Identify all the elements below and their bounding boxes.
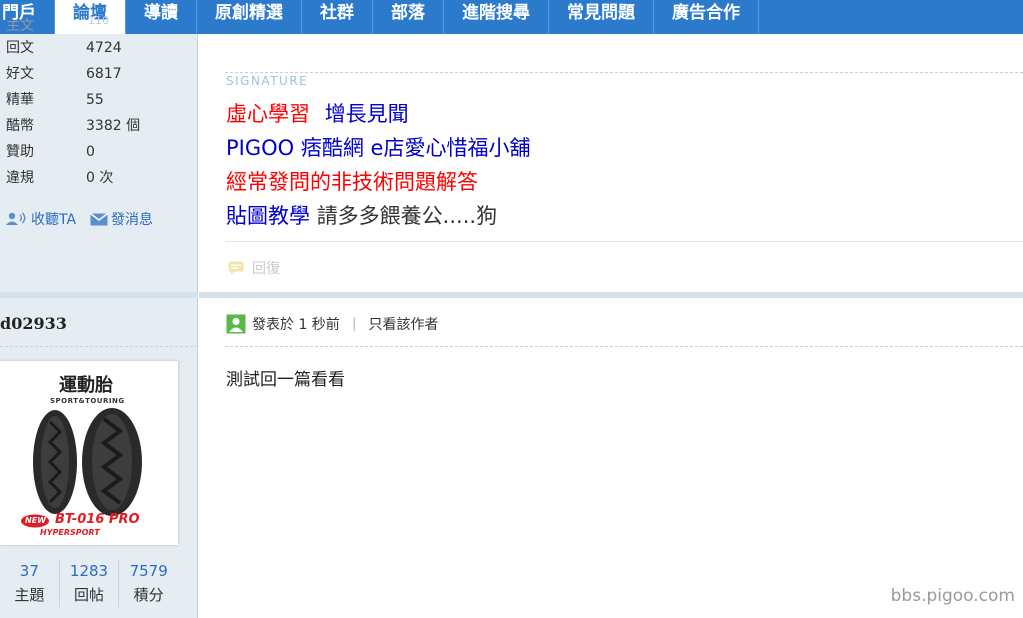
- signature-line-2: PIGOO 痞酷網 e店愛心惜福小舖: [226, 132, 530, 162]
- reply-button[interactable]: 回復: [228, 258, 280, 278]
- nav-item-faq[interactable]: 常見問題: [549, 0, 654, 34]
- stat-row-sponsor: 贊助 0: [6, 144, 95, 160]
- sidebar-actions: 收聽TA 發消息: [6, 209, 153, 229]
- stat-row-partial: 主文: [6, 18, 34, 34]
- signature-link-knowledge[interactable]: 增長見聞: [325, 102, 409, 126]
- avatar-subtitle: SPORT&TOURING: [50, 397, 125, 405]
- post-separator: [199, 292, 1023, 298]
- nav-item-advanced-search[interactable]: 進階搜尋: [444, 0, 549, 34]
- count-topics[interactable]: 37 主題: [0, 559, 60, 607]
- nav-item-original[interactable]: 原創精選: [197, 0, 302, 34]
- signature-line-3: 經常發問的非技術問題解答: [226, 166, 478, 196]
- count-replies[interactable]: 1283 回帖: [60, 559, 120, 607]
- new-badge-label: NEW: [25, 516, 46, 525]
- send-message-button[interactable]: 發消息: [90, 209, 153, 229]
- reply-icon: [228, 261, 244, 275]
- nav-item-advertising[interactable]: 廣告合作: [654, 0, 759, 34]
- stat-row-good-posts: 好文 6817: [6, 66, 122, 82]
- signature-line-1: 虛心學習 增長見聞: [226, 98, 409, 128]
- top-nav: 門戶 論壇 導讀 原創精選 社群 部落 進階搜尋 常見問題 廣告合作: [0, 0, 1023, 34]
- reply-divider: [225, 241, 1023, 242]
- avatar-tagline: HYPERSPORT: [40, 528, 100, 537]
- signature-text-feed: 請多多餵養公.....狗: [316, 204, 498, 228]
- signature-line-4: 貼圖教學 請多多餵養公.....狗: [226, 200, 497, 230]
- nav-item-community[interactable]: 社群: [302, 0, 373, 34]
- signature-title: SIGNATURE: [226, 74, 309, 88]
- signature-link-shop[interactable]: PIGOO 痞酷網 e店愛心惜福小舖: [226, 136, 530, 160]
- post-body: 測試回一篇看看: [226, 370, 345, 390]
- stat-row-violations: 違規 0 次: [6, 170, 114, 186]
- post-time: 發表於 1 秒前: [252, 317, 340, 333]
- count-points[interactable]: 7579 積分: [119, 559, 178, 607]
- stat-row-replies: 回文 4724: [6, 40, 122, 56]
- envelope-icon: [90, 212, 109, 225]
- avatar-title: 運動胎: [59, 375, 113, 396]
- avatar[interactable]: 運動胎 SPORT&TOURING NEW BT-016 PRO HYPERSP…: [0, 361, 178, 545]
- tire-image: [33, 408, 142, 516]
- nav-item-blog[interactable]: 部落: [373, 0, 444, 34]
- only-author-link[interactable]: 只看該作者: [369, 314, 439, 334]
- author-counts: 37 主題 1283 回帖 7579 積分: [0, 559, 178, 607]
- sidebar-separator: [0, 292, 198, 298]
- nav-forum-subcount: 110: [88, 14, 109, 27]
- site-watermark: bbs.pigoo.com: [890, 586, 1015, 606]
- signature-divider: [225, 72, 1023, 73]
- listen-icon: [6, 212, 26, 225]
- post-meta: 發表於 1 秒前 | 只看該作者: [226, 314, 439, 334]
- stat-row-featured: 精華 55: [6, 92, 104, 108]
- stat-row-coins: 酷幣 3382 個: [6, 118, 141, 134]
- signature-link-image-tutorial[interactable]: 貼圖教學: [226, 204, 310, 228]
- post-main: SIGNATURE 虛心學習 增長見聞 PIGOO 痞酷網 e店愛心惜福小舖 經…: [199, 34, 1023, 618]
- avatar-model: BT-016 PRO: [55, 512, 140, 527]
- signature-link-learn[interactable]: 虛心學習: [226, 102, 310, 126]
- sidebar-divider: [0, 346, 198, 347]
- signature-link-faq[interactable]: 經常發問的非技術問題解答: [226, 170, 478, 194]
- follow-button[interactable]: 收聽TA: [6, 209, 76, 229]
- post-divider: [225, 346, 1023, 347]
- meta-separator: |: [351, 316, 357, 332]
- author-sidebar: 主文 回文 4724 好文 6817 精華 55 酷幣 3382 個 贊助 0 違規 0 次…: [0, 18, 198, 618]
- online-user-icon: [226, 314, 246, 334]
- author-name[interactable]: d02933: [0, 314, 67, 333]
- nav-item-guide[interactable]: 導讀: [126, 0, 197, 34]
